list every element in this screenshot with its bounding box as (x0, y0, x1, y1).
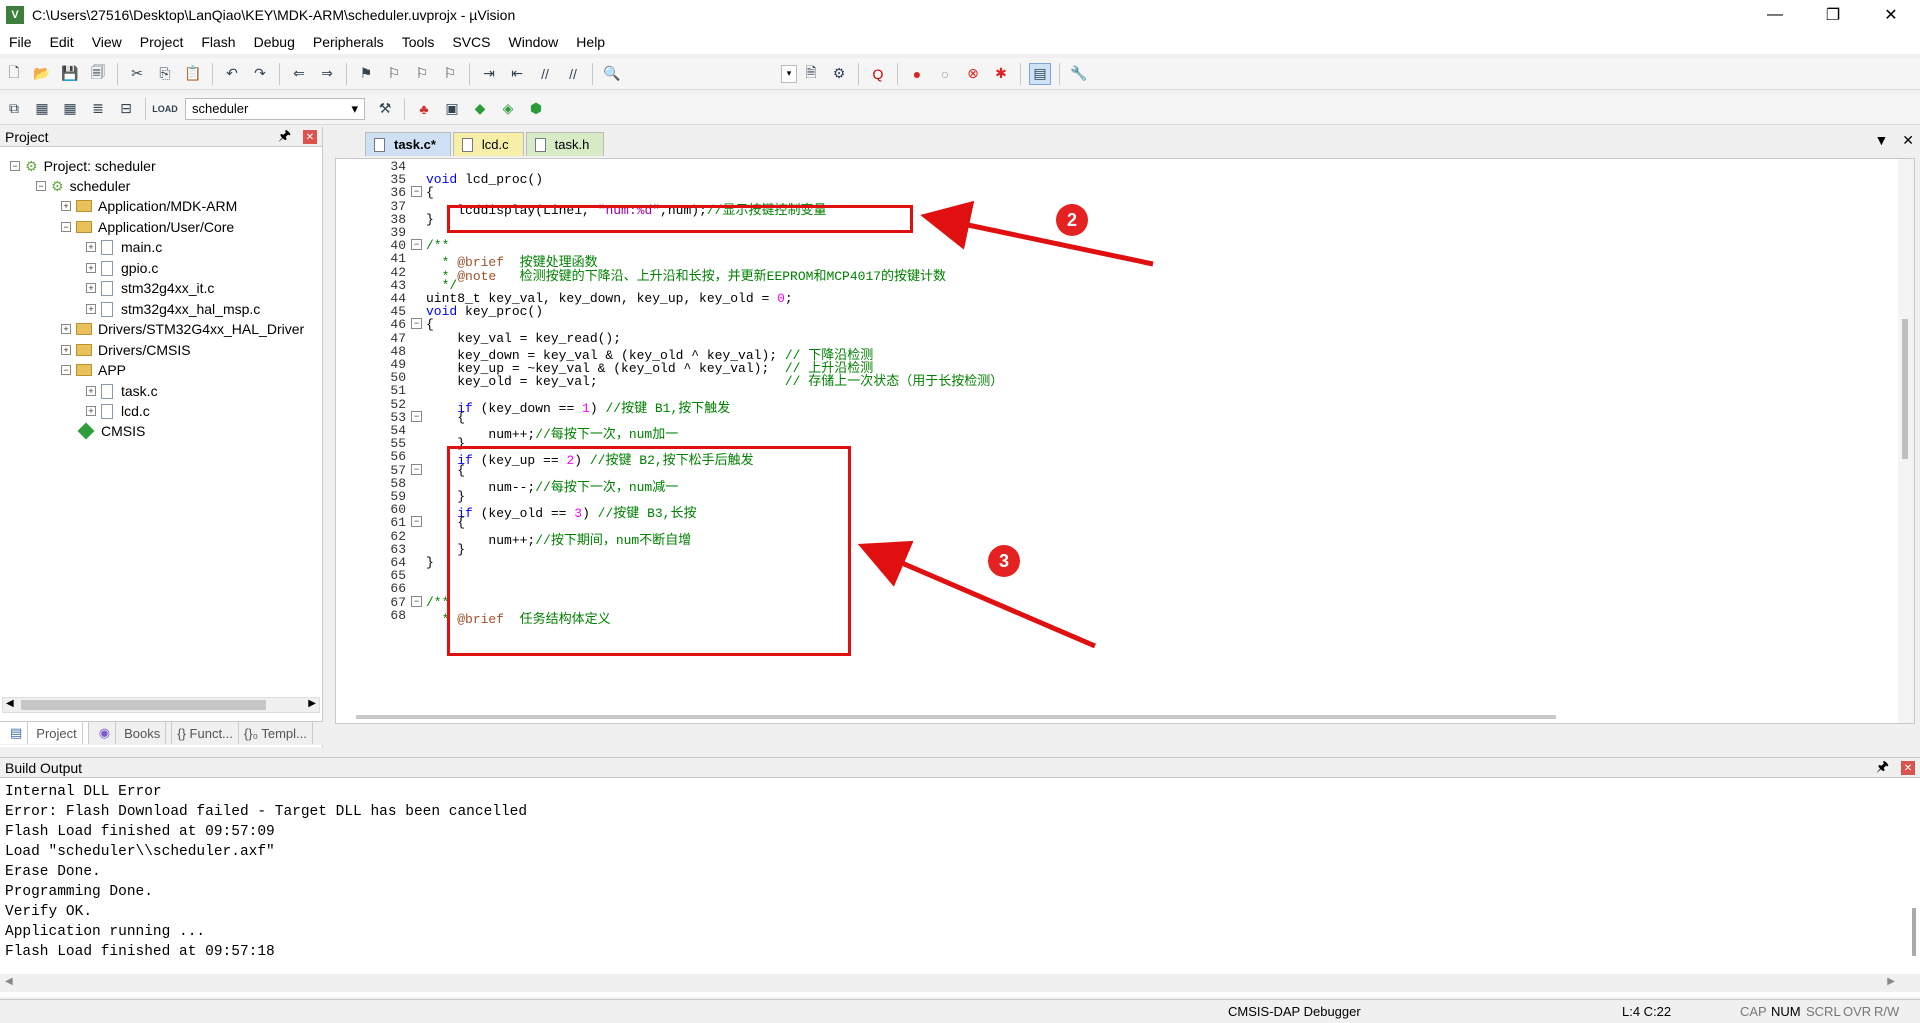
status-num-lock: NUM (1771, 1004, 1801, 1019)
scroll-right-icon[interactable]: ▶ (1887, 976, 1895, 987)
build-output-horizontal-scrollbar[interactable]: ◀ ▶ (0, 974, 1920, 992)
arrow-to-box-2 (920, 200, 1154, 267)
build-output-log: Internal DLL Error Error: Flash Download… (5, 782, 527, 962)
scroll-left-icon[interactable]: ◀ (5, 976, 13, 987)
build-output-panel: Build Output 🖈 ✕ Internal DLL Error Erro… (0, 757, 1920, 997)
log-line: Application running ... (5, 924, 206, 940)
status-overwrite: OVR (1843, 1004, 1872, 1019)
build-output-title: Build Output (5, 759, 83, 776)
pin-icon[interactable]: 🖈 (1876, 758, 1889, 774)
callout-badge-2: 2 (1056, 204, 1088, 236)
log-line: Flash Load finished at 09:57:09 (5, 824, 275, 840)
arrow-to-box-3 (857, 540, 1096, 649)
status-read-write: R/W (1874, 1004, 1900, 1019)
status-caps-lock: CAP (1740, 1004, 1767, 1019)
log-line: Internal DLL Error (5, 784, 162, 800)
status-debugger: CMSIS-DAP Debugger (1228, 1004, 1361, 1019)
log-line: Erase Done. (5, 864, 101, 880)
log-line: Verify OK. (5, 904, 93, 920)
callout-badge-3: 3 (988, 545, 1020, 577)
status-scroll-lock: SCRL (1806, 1004, 1841, 1019)
log-line: Load "scheduler\\scheduler.axf" (5, 844, 275, 860)
build-output-header: Build Output 🖈 ✕ (0, 758, 1920, 778)
status-cursor-position: L:4 C:22 (1622, 1004, 1672, 1019)
log-line: Error: Flash Download failed - Target DL… (5, 804, 528, 820)
close-icon[interactable]: ✕ (1901, 761, 1915, 775)
status-bar: CMSIS-DAP Debugger L:4 C:22 CAP NUM SCRL… (0, 999, 1920, 1023)
build-output-vertical-scrollbar[interactable] (1912, 908, 1916, 956)
log-line: Programming Done. (5, 884, 153, 900)
log-line: Flash Load finished at 09:57:18 (5, 944, 275, 960)
